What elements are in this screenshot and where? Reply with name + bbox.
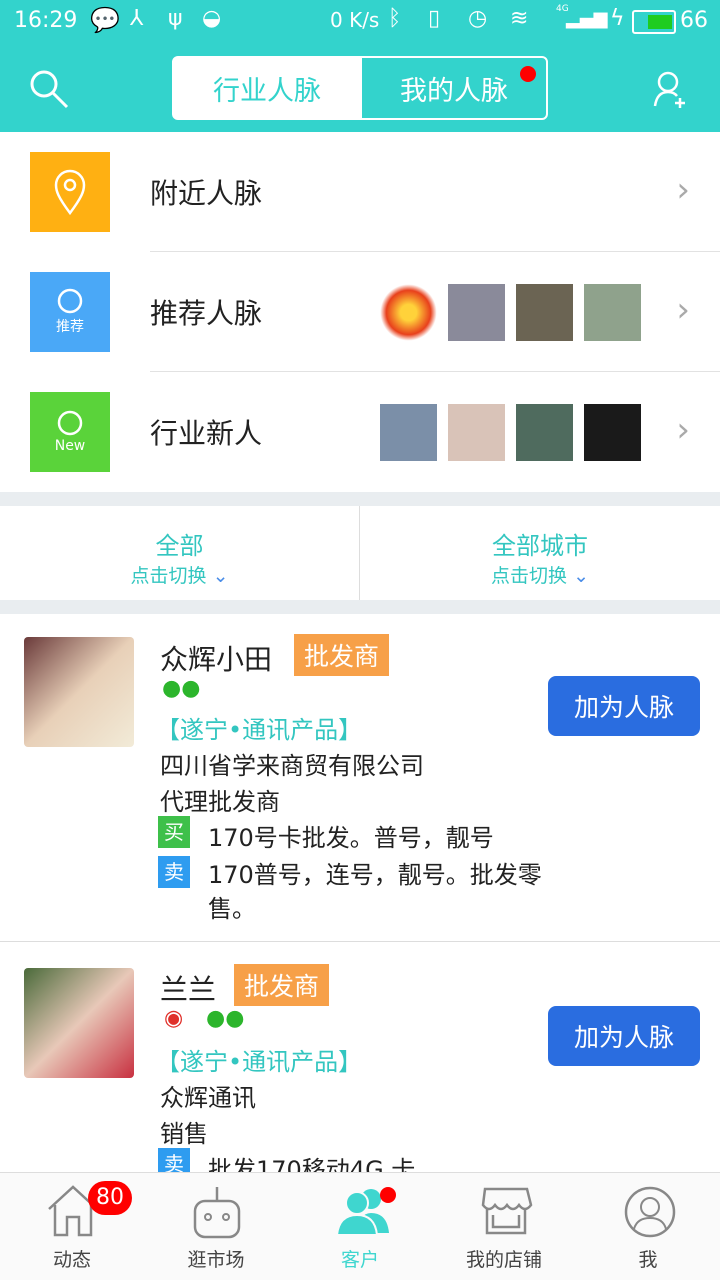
contact-card[interactable]: 众辉小田 批发商 ●● 【遂宁•通讯产品】 四川省学来商贸有限公司 代理批发商 … <box>0 614 720 942</box>
position: 代理批发商 <box>160 788 280 816</box>
contact-name: 众辉小田 <box>160 643 273 676</box>
location-pin-icon <box>30 152 110 232</box>
add-contact-button[interactable]: 加为人脉 <box>548 1006 700 1066</box>
new-user-icon: New <box>30 392 110 472</box>
avatar <box>584 284 641 341</box>
battery-icon <box>632 10 676 34</box>
nav-customers[interactable]: 客户 <box>288 1173 432 1281</box>
wechat-icon: ●● <box>162 676 201 701</box>
net-speed: 0 K/s <box>330 8 380 32</box>
avatar <box>380 284 437 341</box>
chevron-down-icon: ⌄ <box>573 565 589 587</box>
avatar <box>380 404 437 461</box>
filter-title: 全部 <box>155 532 204 560</box>
contact-name: 兰兰 <box>160 973 217 1006</box>
bluetooth-icon: ᛒ <box>388 6 402 31</box>
header: 行业人脉 我的人脉 <box>0 44 720 132</box>
nav-market[interactable]: 逛市场 <box>144 1173 288 1281</box>
sell-text: 170普号，连号，靓号。批发零售。 <box>208 861 542 923</box>
nav-feed[interactable]: 80 动态 <box>0 1173 144 1281</box>
icon-text: New <box>54 438 86 454</box>
menu-label: 推荐人脉 <box>150 297 263 330</box>
menu-recommended[interactable]: 推荐 推荐人脉 › <box>0 252 720 372</box>
avatar <box>516 284 573 341</box>
vibrate-icon: ▯ <box>428 6 441 31</box>
chevron-down-icon: ⌄ <box>212 565 229 587</box>
bottom-nav: 80 动态 逛市场 客户 我的店铺 我 <box>0 1172 720 1280</box>
wechat-icon: ●● <box>206 1006 245 1031</box>
usb-icon: ψ <box>168 6 183 31</box>
signal-icon: ▂▄▆ <box>566 8 608 29</box>
recommend-user-icon: 推荐 <box>30 272 110 352</box>
nav-me[interactable]: 我 <box>576 1173 720 1281</box>
role-tag: 批发商 <box>294 634 390 676</box>
alarm-icon: ◷ <box>468 6 488 31</box>
menu-nearby[interactable]: 附近人脉 › <box>0 132 720 252</box>
robot-icon <box>193 1187 241 1239</box>
share-icon: ⅄ <box>130 6 144 31</box>
profile-icon <box>624 1186 676 1238</box>
filter-subtitle: 点击切换 <box>491 565 568 587</box>
avatar <box>516 404 573 461</box>
clock: 16:29 <box>14 8 78 33</box>
weibo-icon: ◉ <box>164 1006 184 1031</box>
nav-my-store[interactable]: 我的店铺 <box>432 1173 576 1281</box>
icon-text: 推荐 <box>56 319 84 335</box>
menu-label: 附近人脉 <box>150 177 263 210</box>
chevron-right-icon: › <box>676 170 690 210</box>
avatar <box>24 637 134 747</box>
tab-industry-contacts[interactable]: 行业人脉 <box>172 56 362 120</box>
wifi-icon: ≋ <box>510 6 529 31</box>
chevron-right-icon: › <box>676 290 690 330</box>
tab-label: 我的人脉 <box>400 75 508 107</box>
add-contact-button[interactable]: 加为人脉 <box>548 676 700 736</box>
menu-label: 行业新人 <box>150 417 263 450</box>
company: 众辉通讯 <box>160 1084 256 1112</box>
industry-filter[interactable]: 全部 点击切换 ⌄ <box>0 506 360 600</box>
chat-notification-icon: 💬 <box>90 6 120 34</box>
role-tag: 批发商 <box>234 964 330 1006</box>
contact-card[interactable]: 兰兰 批发商 ◉ ●● 【遂宁•通讯产品】 众辉通讯 销售 卖 批发170移动4… <box>0 944 720 1184</box>
battery-level: 66 <box>680 8 708 33</box>
charging-icon: ϟ <box>610 6 625 31</box>
status-bar: 16:29 💬 ⅄ ψ ◒ 0 K/s ᛒ ▯ ◷ ≋ 4G ▂▄▆ ϟ 66 <box>0 0 720 44</box>
badge-count: 80 <box>88 1181 132 1215</box>
buy-badge: 买 <box>158 816 190 848</box>
nav-label: 我的店铺 <box>465 1249 542 1271</box>
company: 四川省学来商贸有限公司 <box>160 752 424 780</box>
new-user-avatars <box>380 404 641 461</box>
avatar <box>448 404 505 461</box>
buy-text: 170号卡批发。普号，靓号 <box>208 824 494 852</box>
sell-badge: 卖 <box>158 856 190 888</box>
filter-title: 全部城市 <box>492 532 588 560</box>
nav-label: 动态 <box>52 1249 91 1271</box>
location-industry: 【遂宁•通讯产品】 <box>156 1048 363 1076</box>
avatar <box>24 968 134 1078</box>
avatar <box>448 284 505 341</box>
notification-dot <box>520 66 536 82</box>
menu-new-users[interactable]: New 行业新人 › <box>0 372 720 492</box>
nav-label: 客户 <box>340 1249 379 1271</box>
chevron-right-icon: › <box>676 410 690 450</box>
city-filter[interactable]: 全部城市 点击切换 ⌄ <box>360 506 720 600</box>
store-icon <box>481 1187 533 1235</box>
app-notification-icon: ◒ <box>202 6 222 31</box>
nav-label: 我 <box>638 1249 658 1271</box>
location-industry: 【遂宁•通讯产品】 <box>156 716 363 744</box>
nav-label: 逛市场 <box>187 1249 245 1271</box>
notification-dot <box>380 1187 396 1203</box>
recommended-avatars <box>380 284 641 341</box>
position: 销售 <box>160 1120 208 1148</box>
add-user-icon[interactable] <box>652 70 690 110</box>
filter-subtitle: 点击切换 <box>130 565 207 587</box>
tab-my-contacts[interactable]: 我的人脉 <box>360 56 548 120</box>
avatar <box>584 404 641 461</box>
search-icon[interactable] <box>28 68 70 110</box>
